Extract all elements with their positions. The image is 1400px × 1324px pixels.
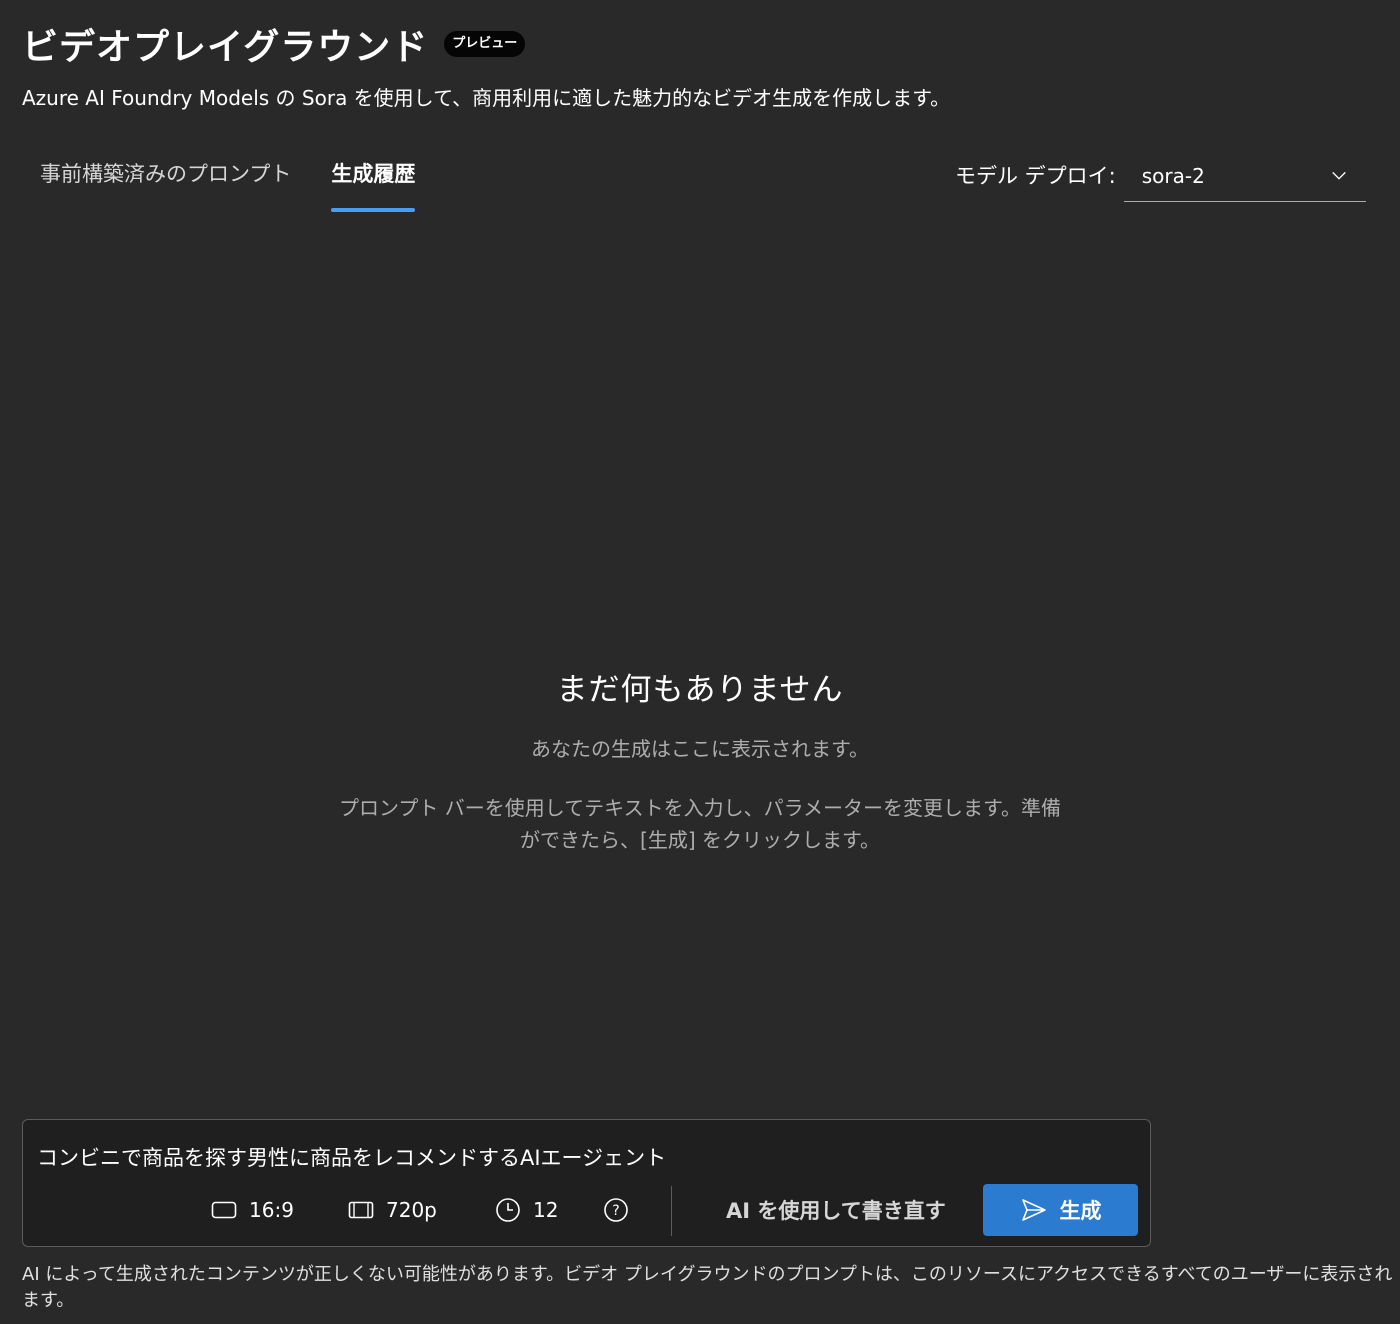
- empty-state-help: プロンプト バーを使用してテキストを入力し、パラメーターを変更します。準備ができ…: [339, 796, 1061, 852]
- page-subtitle: Azure AI Foundry Models の Sora を使用して、商用利…: [22, 86, 951, 110]
- tab-prebuilt-prompts[interactable]: 事前構築済みのプロンプト: [40, 158, 291, 212]
- model-deployment-dropdown[interactable]: sora-2: [1123, 158, 1366, 202]
- page-header: ビデオプレイグラウンド プレビュー Azure AI Foundry Model…: [22, 20, 1400, 111]
- controls-divider: [671, 1186, 672, 1236]
- help-icon: ?: [604, 1198, 628, 1222]
- clock-icon: [496, 1198, 520, 1222]
- prompt-input[interactable]: コンビニで商品を探す男性に商品をレコメンドするAIエージェント: [37, 1142, 666, 1172]
- tab-list: 事前構築済みのプロンプト 生成履歴: [40, 158, 455, 212]
- model-deployment-value: sora-2: [1141, 163, 1205, 188]
- model-deployment-label: モデル デプロイ:: [955, 164, 1116, 188]
- generate-button[interactable]: 生成: [983, 1184, 1138, 1236]
- model-deployment: モデル デプロイ: sora-2: [955, 158, 1366, 202]
- aspect-ratio-button[interactable]: 16:9: [211, 1184, 294, 1236]
- aspect-ratio-value: 16:9: [249, 1198, 294, 1222]
- duration-button[interactable]: 12: [495, 1184, 558, 1236]
- prompt-bar: コンビニで商品を探す男性に商品をレコメンドするAIエージェント 16:9 720…: [22, 1119, 1151, 1247]
- help-button[interactable]: ?: [603, 1184, 641, 1236]
- resolution-button[interactable]: 720p: [348, 1184, 437, 1236]
- empty-state-title: まだ何もありません: [556, 672, 844, 708]
- svg-text:?: ?: [612, 1203, 619, 1219]
- chevron-down-icon: [1331, 171, 1346, 180]
- duration-value: 12: [533, 1198, 559, 1222]
- title-row: ビデオプレイグラウンド プレビュー: [22, 20, 1400, 68]
- aspect-ratio-icon: [211, 1201, 237, 1219]
- tab-generation-history[interactable]: 生成履歴: [331, 158, 416, 212]
- prompt-controls: 16:9 720p 12 ? AI を使用して書き直す 生成: [23, 1184, 1150, 1236]
- footer-disclaimer: AI によって生成されたコンテンツが正しくない可能性があります。ビデオ プレイグ…: [22, 1264, 1393, 1311]
- film-icon: [348, 1201, 374, 1219]
- resolution-value: 720p: [386, 1198, 437, 1222]
- preview-badge: プレビュー: [444, 31, 526, 57]
- rewrite-with-ai-button[interactable]: AI を使用して書き直す: [726, 1184, 946, 1236]
- empty-state-subtitle: あなたの生成はここに表示されます。: [531, 737, 869, 761]
- generate-label: 生成: [1059, 1199, 1102, 1223]
- page-title: ビデオプレイグラウンド: [22, 27, 429, 68]
- empty-state: まだ何もありません あなたの生成はここに表示されます。 プロンプト バーを使用し…: [0, 664, 1400, 856]
- send-icon: [1021, 1199, 1046, 1221]
